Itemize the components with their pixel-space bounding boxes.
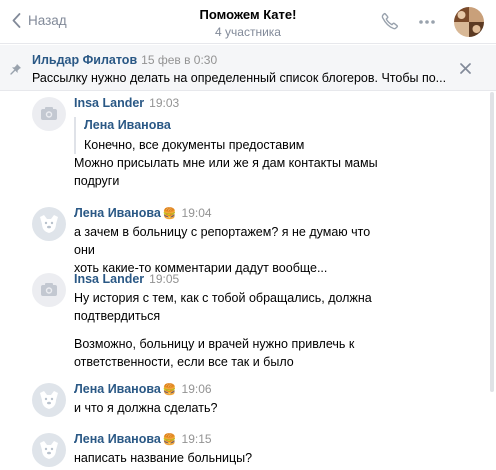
message-line: подтвердиться (74, 309, 161, 323)
participants-count: 4 участника (215, 25, 281, 39)
close-icon[interactable] (460, 62, 471, 77)
pinned-author[interactable]: Ильдар Филатов 15 фев в 0:30 (32, 53, 217, 67)
quote-author: Лена Иванова (84, 118, 171, 132)
message-text: написать название больницы? (74, 449, 384, 467)
chat-header: Назад Поможем Кате! 4 участника (0, 0, 496, 44)
message-text: Возможно, больницу и врачей нужно привле… (74, 335, 384, 371)
message-list: Insa Lander 19:03 Лена Иванова Конечно, в… (0, 92, 496, 470)
message-time: 19:15 (181, 432, 212, 446)
message-item: Лена Иванова 🍔 19:04 а зачем в больницу с … (0, 202, 496, 275)
phone-icon[interactable] (381, 12, 399, 33)
camera-icon[interactable] (32, 273, 66, 307)
chat-avatar[interactable] (454, 7, 484, 37)
pinned-text: Рассылку нужно делать на определенный сп… (32, 71, 447, 85)
message-time: 19:04 (181, 206, 212, 220)
pinned-date: 15 фев в 0:30 (141, 53, 218, 67)
back-label: Назад (28, 13, 67, 28)
hamburger-emoji: 🍔 (162, 208, 177, 220)
vk-dog-icon[interactable] (32, 433, 66, 467)
message-line: подруги (74, 174, 120, 188)
message-author[interactable]: Insa Lander 19:03 (74, 96, 179, 110)
message-text: Ну история с тем, как с тобой обращались… (74, 289, 384, 325)
message-author[interactable]: Insa Lander 19:05 (74, 272, 179, 286)
pin-icon (10, 63, 22, 78)
message-time: 19:06 (181, 382, 212, 396)
message-item: Insa Lander 19:05 Ну история с тем, как с… (0, 268, 496, 372)
quote-text: Конечно, все документы предоставим (84, 138, 305, 152)
message-item: Insa Lander 19:03 Лена Иванова Конечно, в… (0, 92, 496, 196)
message-item: Лена Иванова 🍔 19:06 и что я должна сделат… (0, 378, 496, 426)
author-name: Insa Lander (74, 96, 145, 110)
message-time: 19:03 (149, 96, 180, 110)
quoted-message[interactable]: Лена Иванова Конечно, все документы пред… (74, 117, 304, 154)
message-line: Возможно, больницу и врачей нужно привле… (74, 337, 355, 351)
message-line: а зачем в больницу с репортажем? я не ду… (74, 225, 371, 257)
message-author[interactable]: Лена Иванова 🍔 19:06 (74, 382, 212, 396)
message-author[interactable]: Лена Иванова 🍔 19:04 (74, 206, 212, 220)
scrollbar[interactable] (490, 92, 494, 392)
pinned-author-name: Ильдар Филатов (32, 53, 138, 67)
message-item: Лена Иванова 🍔 19:15 написать название бол… (0, 428, 496, 470)
hamburger-emoji: 🍔 (162, 384, 177, 396)
vk-dog-icon[interactable] (32, 207, 66, 241)
message-time: 19:05 (149, 272, 180, 286)
message-text: Можно присылать мне или же я дам контакт… (74, 154, 384, 190)
hamburger-emoji: 🍔 (162, 434, 177, 446)
more-horizontal-icon[interactable] (418, 14, 436, 33)
chevron-left-icon (12, 13, 21, 28)
back-button[interactable]: Назад (12, 13, 67, 28)
vk-dog-icon[interactable] (32, 383, 66, 417)
message-line: Ну история с тем, как с тобой обращались… (74, 291, 372, 305)
chat-title-block[interactable]: Поможем Кате! 4 участника (150, 7, 346, 39)
chat-title: Поможем Кате! (199, 7, 297, 22)
author-name: Лена Иванова (74, 382, 161, 396)
message-author[interactable]: Лена Иванова 🍔 19:15 (74, 432, 212, 446)
author-name: Insa Lander (74, 272, 145, 286)
message-text: и что я должна сделать? (74, 399, 384, 417)
message-line: Можно присылать мне или же я дам контакт… (74, 156, 378, 170)
author-name: Лена Иванова (74, 206, 161, 220)
message-line: ответственности, если все так и было (74, 355, 294, 369)
message-line: написать название больницы? (74, 451, 253, 465)
author-name: Лена Иванова (74, 432, 161, 446)
pinned-message[interactable]: Ильдар Филатов 15 фев в 0:30 Рассылку нуж… (0, 45, 496, 91)
message-line: и что я должна сделать? (74, 401, 218, 415)
camera-icon[interactable] (32, 97, 66, 131)
